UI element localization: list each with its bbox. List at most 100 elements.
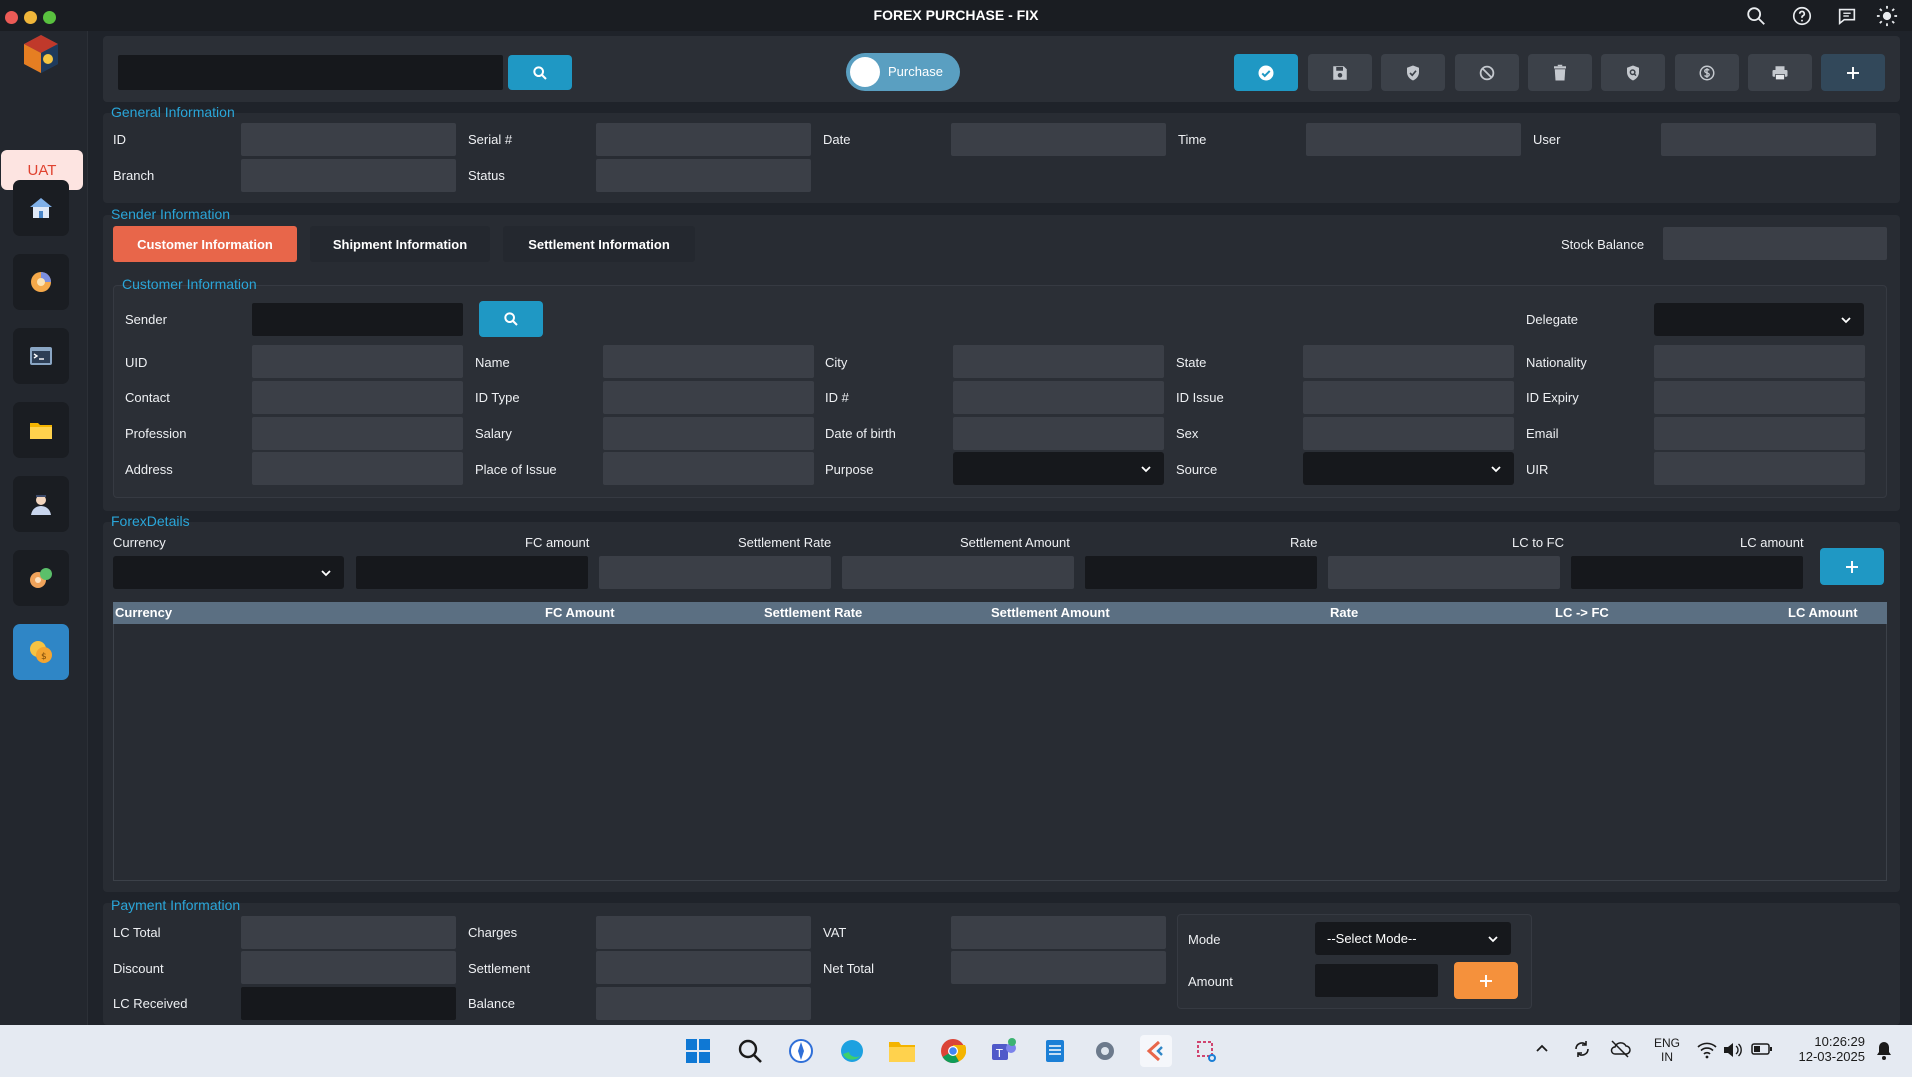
sidebar-item-folder[interactable] [13,402,69,458]
cancel-button[interactable] [1455,54,1519,91]
uir-field[interactable] [1654,452,1865,485]
search-input[interactable] [118,55,503,90]
discount-field[interactable] [241,951,456,984]
chat-icon[interactable] [1836,5,1858,27]
taskbar-app-1[interactable] [785,1035,817,1067]
status-field[interactable] [596,159,811,192]
state-field[interactable] [1303,345,1514,378]
battery-status[interactable] [1751,1042,1773,1059]
grid-header-fc-amount[interactable]: FC Amount [545,605,615,620]
place-of-issue-field[interactable] [603,452,814,485]
lc-total-field[interactable] [241,916,456,949]
dob-field[interactable] [953,417,1164,450]
settlement-field[interactable] [596,951,811,984]
wifi-status[interactable] [1697,1041,1717,1062]
taskbar-snipping-tool[interactable] [1191,1035,1223,1067]
lc-to-fc-input[interactable] [1328,556,1560,589]
tab-shipment-information[interactable]: Shipment Information [310,226,490,262]
sidebar-item-user[interactable] [13,476,69,532]
fc-amount-input[interactable] [356,556,588,589]
system-clock[interactable]: 10:26:29 12-03-2025 [1789,1034,1866,1064]
net-total-field[interactable] [951,951,1166,984]
balance-field[interactable] [596,987,811,1020]
taskbar-notepad[interactable] [1039,1035,1071,1067]
salary-field[interactable] [603,417,814,450]
search-button[interactable] [508,55,572,90]
user-field[interactable] [1661,123,1876,156]
approve-button[interactable] [1234,54,1298,91]
nationality-field[interactable] [1654,345,1865,378]
rate-input[interactable] [1085,556,1317,589]
help-icon[interactable] [1791,5,1813,27]
sidebar-item-terminal[interactable] [13,328,69,384]
search-input-field[interactable] [118,55,503,90]
cloud-status[interactable] [1609,1039,1631,1062]
uid-field[interactable] [252,345,463,378]
taskbar-edge[interactable] [836,1035,868,1067]
grid-header-lc-amount[interactable]: LC Amount [1788,605,1858,620]
verify-button[interactable] [1381,54,1445,91]
search-icon[interactable] [1745,5,1767,27]
delete-button[interactable] [1528,54,1592,91]
audit-button[interactable] [1601,54,1665,91]
sidebar-item-home[interactable] [13,180,69,236]
vat-field[interactable] [951,916,1166,949]
taskbar-file-explorer[interactable] [886,1035,918,1067]
currency-select[interactable] [113,556,344,589]
address-field[interactable] [252,452,463,485]
sex-field[interactable] [1303,417,1514,450]
mode-select[interactable]: --Select Mode-- [1315,922,1511,955]
settlement-rate-input[interactable] [599,556,831,589]
source-select[interactable] [1303,452,1514,485]
taskbar-teams[interactable]: T [988,1035,1020,1067]
payment-button[interactable] [1675,54,1739,91]
sender-input[interactable] [252,303,463,336]
id-issue-field[interactable] [1303,381,1514,414]
show-hidden-icons[interactable] [1535,1042,1549,1059]
settlement-amount-input[interactable] [842,556,1074,589]
tab-settlement-information[interactable]: Settlement Information [503,226,695,262]
grid-header-lc-fc[interactable]: LC -> FC [1555,605,1609,620]
save-button[interactable] [1308,54,1372,91]
id-number-field[interactable] [953,381,1164,414]
sidebar-item-forex[interactable]: $ [13,624,69,680]
contact-field[interactable] [252,381,463,414]
branch-field[interactable] [241,159,456,192]
serial-field[interactable] [596,123,811,156]
charges-field[interactable] [596,916,811,949]
profession-field[interactable] [252,417,463,450]
grid-header-settlement-rate[interactable]: Settlement Rate [764,605,862,620]
grid-header-rate[interactable]: Rate [1330,605,1358,620]
name-field[interactable] [603,345,814,378]
sidebar-item-dashboard[interactable] [13,254,69,310]
mode-toggle[interactable]: Purchase [846,53,960,91]
city-field[interactable] [953,345,1164,378]
taskbar-search[interactable] [734,1035,766,1067]
taskbar-code-editor[interactable] [1140,1035,1172,1067]
lc-received-input[interactable] [241,987,456,1020]
taskbar-settings[interactable] [1089,1035,1121,1067]
grid-header-settlement-amount[interactable]: Settlement Amount [991,605,1110,620]
sender-search-button[interactable] [479,301,543,337]
amount-input[interactable] [1315,964,1438,997]
email-field[interactable] [1654,417,1865,450]
sidebar-item-money-transfer[interactable] [13,550,69,606]
new-button[interactable] [1821,54,1885,91]
tab-customer-information[interactable]: Customer Information [113,226,297,262]
id-type-field[interactable] [603,381,814,414]
notification-center[interactable] [1874,1040,1894,1063]
date-field[interactable] [951,123,1166,156]
add-forex-row-button[interactable] [1820,548,1884,585]
lc-amount-input[interactable] [1571,556,1803,589]
time-field[interactable] [1306,123,1521,156]
id-field[interactable] [241,123,456,156]
stock-balance-field[interactable] [1663,227,1887,260]
theme-sun-icon[interactable] [1876,5,1898,27]
taskbar-chrome[interactable] [937,1035,969,1067]
language-indicator[interactable]: ENG IN [1650,1036,1684,1064]
sync-status[interactable] [1572,1039,1592,1062]
print-button[interactable] [1748,54,1812,91]
grid-header-currency[interactable]: Currency [115,605,172,620]
volume-control[interactable] [1722,1041,1742,1062]
delegate-select[interactable] [1654,303,1864,336]
